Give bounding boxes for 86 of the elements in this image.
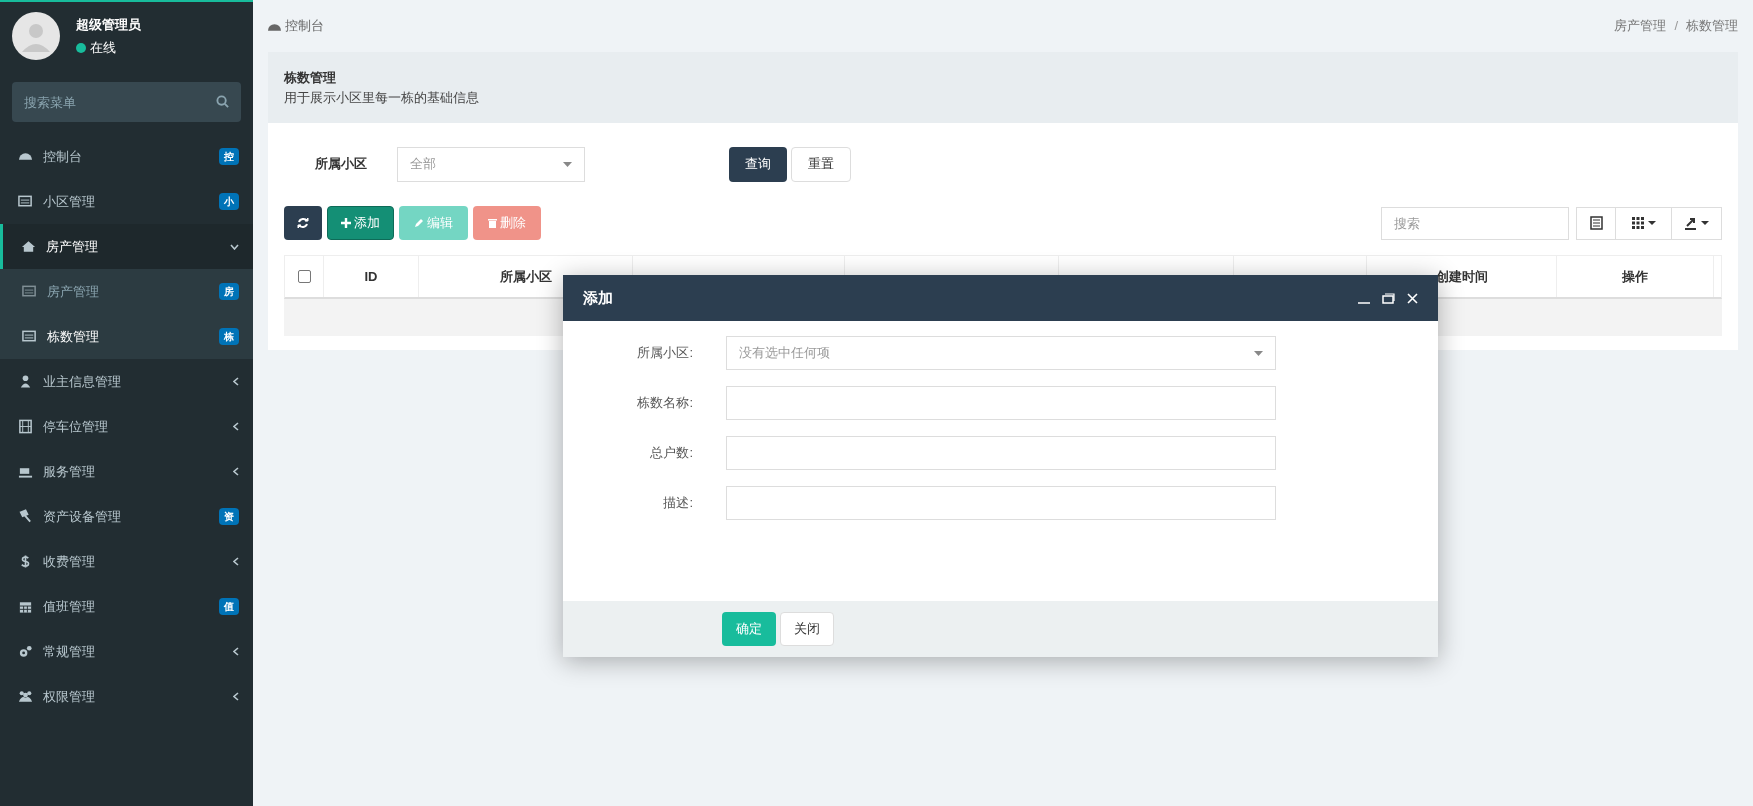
caret-icon — [1647, 221, 1656, 225]
refresh-button[interactable] — [284, 206, 322, 240]
home-icon — [21, 239, 36, 254]
breadcrumb-separator: / — [1674, 17, 1678, 36]
trash-icon — [488, 218, 497, 228]
menu-item[interactable]: 常规管理 — [0, 629, 253, 674]
list-icon — [22, 329, 37, 344]
menu-label: 房产管理 — [47, 282, 100, 301]
gavel-icon — [18, 509, 33, 524]
menu-badge: 控 — [219, 148, 239, 165]
select-placeholder: 没有选中任何项 — [739, 344, 830, 363]
menu-item[interactable]: 停车位管理 — [0, 404, 253, 449]
submenu-item[interactable]: 房产管理 房 — [0, 269, 253, 314]
list-icon — [22, 284, 37, 299]
plus-icon — [341, 218, 351, 228]
export-button[interactable] — [1672, 206, 1722, 240]
submenu-item[interactable]: 栋数管理 栋 — [0, 314, 253, 359]
menu-search-field[interactable]: 搜索菜单 — [12, 82, 241, 122]
caret-icon — [1701, 221, 1709, 225]
export-icon — [1684, 216, 1697, 230]
table-search-field[interactable]: 搜索 — [1381, 206, 1569, 240]
menu-label: 停车位管理 — [43, 417, 109, 436]
field-label: 总户数: — [649, 444, 693, 463]
menu-item[interactable]: 权限管理 — [0, 674, 253, 719]
gears-icon — [18, 644, 33, 659]
calendar-icon — [18, 599, 33, 614]
user-icon — [18, 374, 33, 389]
caret-icon — [563, 161, 572, 167]
menu-label: 服务管理 — [43, 462, 96, 481]
menu-item[interactable]: 服务管理 — [0, 449, 253, 494]
input-field[interactable] — [726, 486, 1276, 520]
pencil-icon — [414, 218, 424, 228]
user-name: 超级管理员 — [76, 15, 141, 34]
maximize-icon[interactable] — [1382, 292, 1395, 304]
columns-button[interactable] — [1616, 206, 1672, 240]
field-label: 描述: — [662, 494, 693, 513]
film-icon — [18, 419, 33, 434]
page-subtitle: 用于展示小区里每一栋的基础信息 — [284, 88, 480, 107]
input-field[interactable] — [726, 386, 1276, 420]
column-header[interactable]: ID — [324, 256, 419, 297]
status-text: 在线 — [90, 39, 116, 57]
menu-label: 栋数管理 — [47, 327, 100, 346]
close-icon[interactable] — [1407, 292, 1418, 304]
menu-label: 业主信息管理 — [43, 372, 122, 391]
avatar-icon — [12, 12, 60, 60]
list-icon — [1589, 216, 1603, 230]
breadcrumb-link[interactable]: 控制台 — [285, 16, 324, 36]
reset-button[interactable]: 重置 — [791, 146, 851, 182]
menu-label: 控制台 — [43, 147, 83, 166]
menu-badge: 栋 — [219, 328, 239, 345]
menu-label: 权限管理 — [43, 687, 96, 706]
input-field[interactable] — [726, 436, 1276, 470]
grid-icon — [1631, 217, 1644, 229]
list-icon — [18, 194, 33, 209]
refresh-icon — [297, 217, 309, 229]
close-button[interactable]: 关闭 — [780, 612, 834, 646]
menu-label: 资产设备管理 — [43, 507, 122, 526]
add-button[interactable]: 添加 — [327, 206, 394, 240]
menu-label: 常规管理 — [43, 642, 96, 661]
menu-label: 小区管理 — [43, 192, 96, 211]
search-icon — [216, 95, 229, 108]
menu-label: 收费管理 — [43, 552, 96, 571]
filter-label: 所属小区 — [313, 155, 368, 174]
select-all-checkbox[interactable] — [297, 270, 311, 283]
field-label: 所属小区: — [636, 344, 693, 363]
query-button[interactable]: 查询 — [729, 146, 787, 182]
menu-item[interactable]: 房产管理 — [0, 224, 253, 269]
menu-item[interactable]: 资产设备管理 资 — [0, 494, 253, 539]
toggle-view-button[interactable] — [1576, 206, 1616, 240]
breadcrumb-link[interactable]: 房产管理 — [1614, 16, 1667, 36]
menu-label: 值班管理 — [43, 597, 96, 616]
menu-label: 房产管理 — [46, 237, 99, 256]
menu-item[interactable]: 值班管理 值 — [0, 584, 253, 629]
menu-badge: 房 — [219, 283, 239, 300]
column-header[interactable]: 操作 — [1557, 256, 1714, 297]
menu-item[interactable]: 业主信息管理 — [0, 359, 253, 404]
page-title: 栋数管理 — [284, 69, 337, 87]
menu-item[interactable]: 小区管理 小 — [0, 179, 253, 224]
group-icon — [18, 689, 33, 704]
menu-badge: 小 — [219, 193, 239, 210]
menu-item[interactable]: 控制台 控 — [0, 134, 253, 179]
breadcrumb-link[interactable]: 栋数管理 — [1686, 16, 1738, 36]
menu-badge: 值 — [219, 598, 239, 615]
menu-badge: 资 — [219, 508, 239, 525]
menu-item[interactable]: 收费管理 — [0, 539, 253, 584]
field-label: 栋数名称: — [636, 394, 693, 413]
